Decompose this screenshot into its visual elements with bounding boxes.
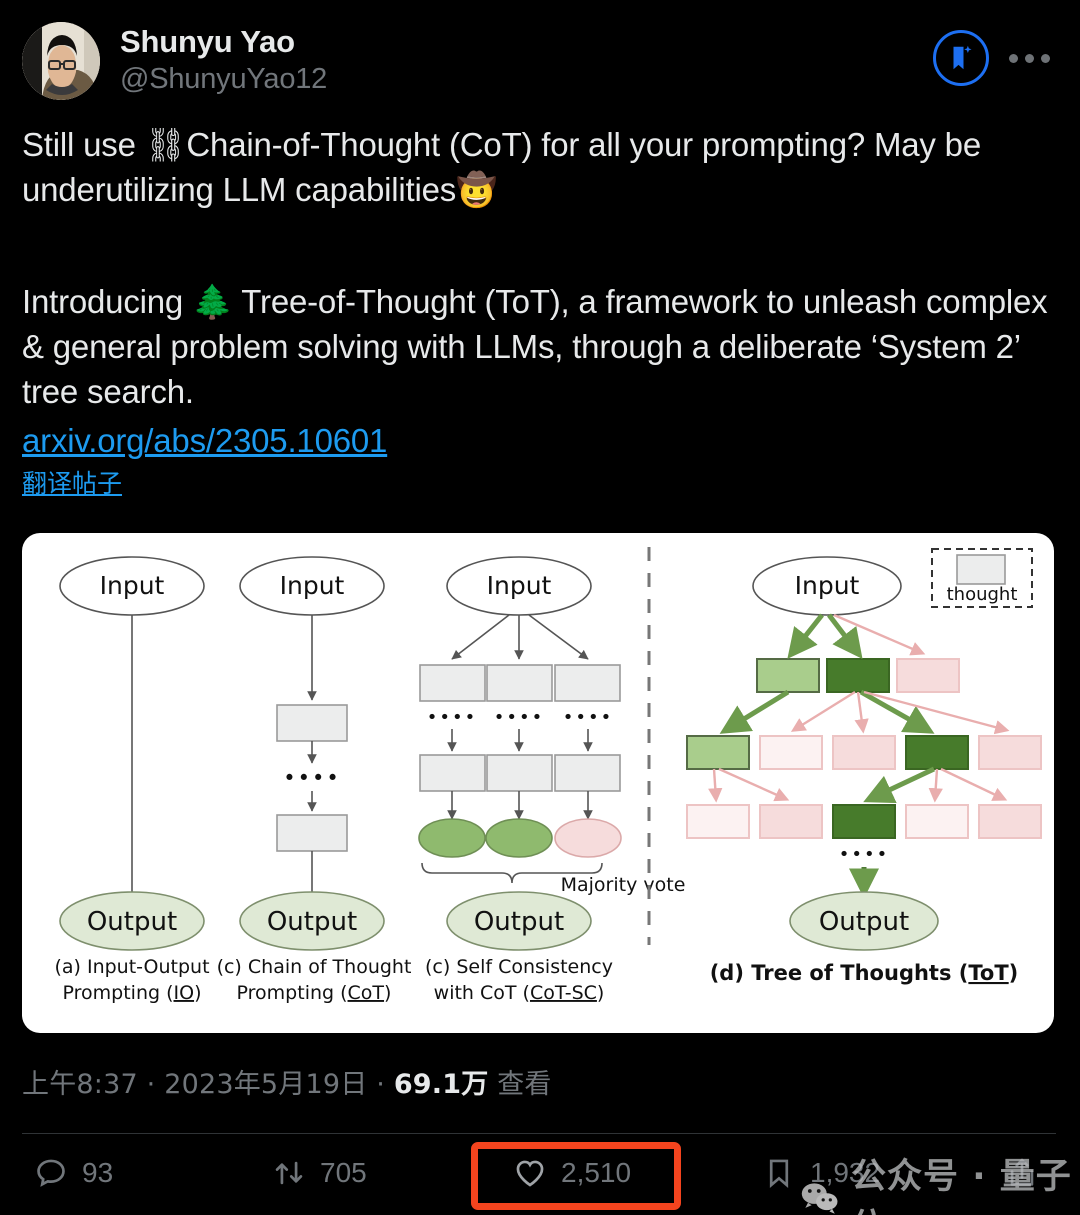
svg-text:Output: Output — [819, 907, 909, 937]
meta-sep-1: · — [137, 1069, 165, 1100]
actions-divider — [22, 1133, 1056, 1134]
svg-text:Input: Input — [795, 571, 860, 600]
svg-text:Input: Input — [280, 571, 345, 600]
svg-text:Input: Input — [100, 571, 165, 600]
bookmark-icon — [769, 1159, 789, 1188]
bookmark-plus-button[interactable] — [933, 30, 989, 86]
more-horizontal-icon — [1009, 53, 1018, 63]
post-date: 2023年5月19日 — [164, 1069, 368, 1100]
svg-text:Output: Output — [267, 907, 357, 937]
like-button[interactable]: 2,510 — [513, 1156, 631, 1190]
panel-cot-sc: Input •••• •••• •••• Majority vote Outpu… — [418, 556, 686, 1004]
svg-text:Prompting (IO): Prompting (IO) — [63, 982, 202, 1004]
svg-text:••••: •••• — [283, 766, 341, 790]
translate-post-link[interactable]: 翻译帖子 — [0, 463, 1080, 501]
svg-text:(c) Self Consistency: (c) Self Consistency — [425, 956, 613, 978]
tweet-header: Shunyu Yao @ShunyuYao12 — [0, 0, 1080, 100]
svg-text:Output: Output — [474, 907, 564, 937]
svg-text:••••: •••• — [427, 707, 477, 728]
svg-text:thought: thought — [947, 584, 1018, 605]
retweet-count: 705 — [320, 1157, 367, 1188]
views-label: 查看 — [488, 1069, 552, 1100]
svg-text:Majority vote: Majority vote — [561, 874, 686, 896]
tweet-container: Shunyu Yao @ShunyuYao12 Still use ⛓Chain… — [0, 0, 1080, 1215]
views-count: 69.1万 — [393, 1069, 489, 1100]
svg-text:Input: Input — [487, 571, 552, 600]
author-display-name[interactable]: Shunyu Yao — [120, 24, 933, 60]
svg-text:Prompting (CoT): Prompting (CoT) — [237, 982, 392, 1004]
watermark-text: 公众号 · 量子位 — [851, 1157, 1072, 1215]
svg-text:(c) Chain of Thought: (c) Chain of Thought — [217, 956, 412, 978]
svg-text:Output: Output — [87, 907, 177, 937]
svg-text:with CoT (CoT-SC): with CoT (CoT-SC) — [434, 982, 605, 1004]
post-time: 上午8:37 — [22, 1069, 138, 1100]
like-count: 2,510 — [561, 1157, 632, 1188]
heart-icon — [516, 1160, 544, 1187]
media-card[interactable]: .lbl{font-family:"DejaVu Sans","Liberati… — [22, 533, 1054, 1033]
author-block: Shunyu Yao @ShunyuYao12 — [120, 22, 933, 98]
figure-svg: .lbl{font-family:"DejaVu Sans","Liberati… — [54, 547, 1042, 1004]
more-options-button[interactable] — [1003, 53, 1058, 63]
comment-icon — [37, 1159, 65, 1187]
bookmark-plus-icon — [953, 45, 972, 70]
reply-count: 93 — [82, 1157, 114, 1188]
panel-io: Input Output (a) Input-Output Prompting … — [54, 556, 210, 1004]
svg-text:••••: •••• — [839, 844, 889, 865]
panel-tot: thought Input •••• Output (d) Tree of Th… — [686, 548, 1042, 985]
reply-button[interactable]: 93 — [34, 1156, 113, 1190]
retweet-button[interactable]: 705 — [272, 1156, 367, 1190]
meta-sep-2: · — [367, 1069, 394, 1100]
wechat-icon — [801, 1183, 838, 1214]
tweet-text-paragraph-2: Introducing 🌲 Tree-of-Thought (ToT), a f… — [22, 283, 1057, 410]
panel-cot: Input •••• Output (c) Chain of Thought P… — [217, 556, 412, 1004]
svg-text:••••: •••• — [494, 707, 544, 728]
figure-tree-of-thoughts: .lbl{font-family:"DejaVu Sans","Liberati… — [22, 533, 1054, 1033]
tweet-text-paragraph-1: Still use ⛓Chain-of-Thought (CoT) for al… — [22, 126, 990, 208]
avatar[interactable] — [22, 22, 100, 100]
svg-text:(a) Input-Output: (a) Input-Output — [54, 956, 209, 978]
watermark: 公众号 · 量子位 — [800, 1148, 1080, 1215]
avatar-image — [22, 22, 100, 100]
post-metadata: 上午8:37 · 2023年5月19日 · 69.1万 查看 — [22, 1062, 552, 1101]
retweet-icon — [275, 1161, 303, 1185]
header-actions — [933, 22, 1058, 86]
svg-text:••••: •••• — [563, 707, 613, 728]
author-handle[interactable]: @ShunyuYao12 — [120, 60, 933, 98]
svg-text:(d) Tree of Thoughts (ToT): (d) Tree of Thoughts (ToT) — [710, 961, 1019, 985]
external-link[interactable]: arxiv.org/abs/2305.10601 — [0, 414, 1080, 463]
